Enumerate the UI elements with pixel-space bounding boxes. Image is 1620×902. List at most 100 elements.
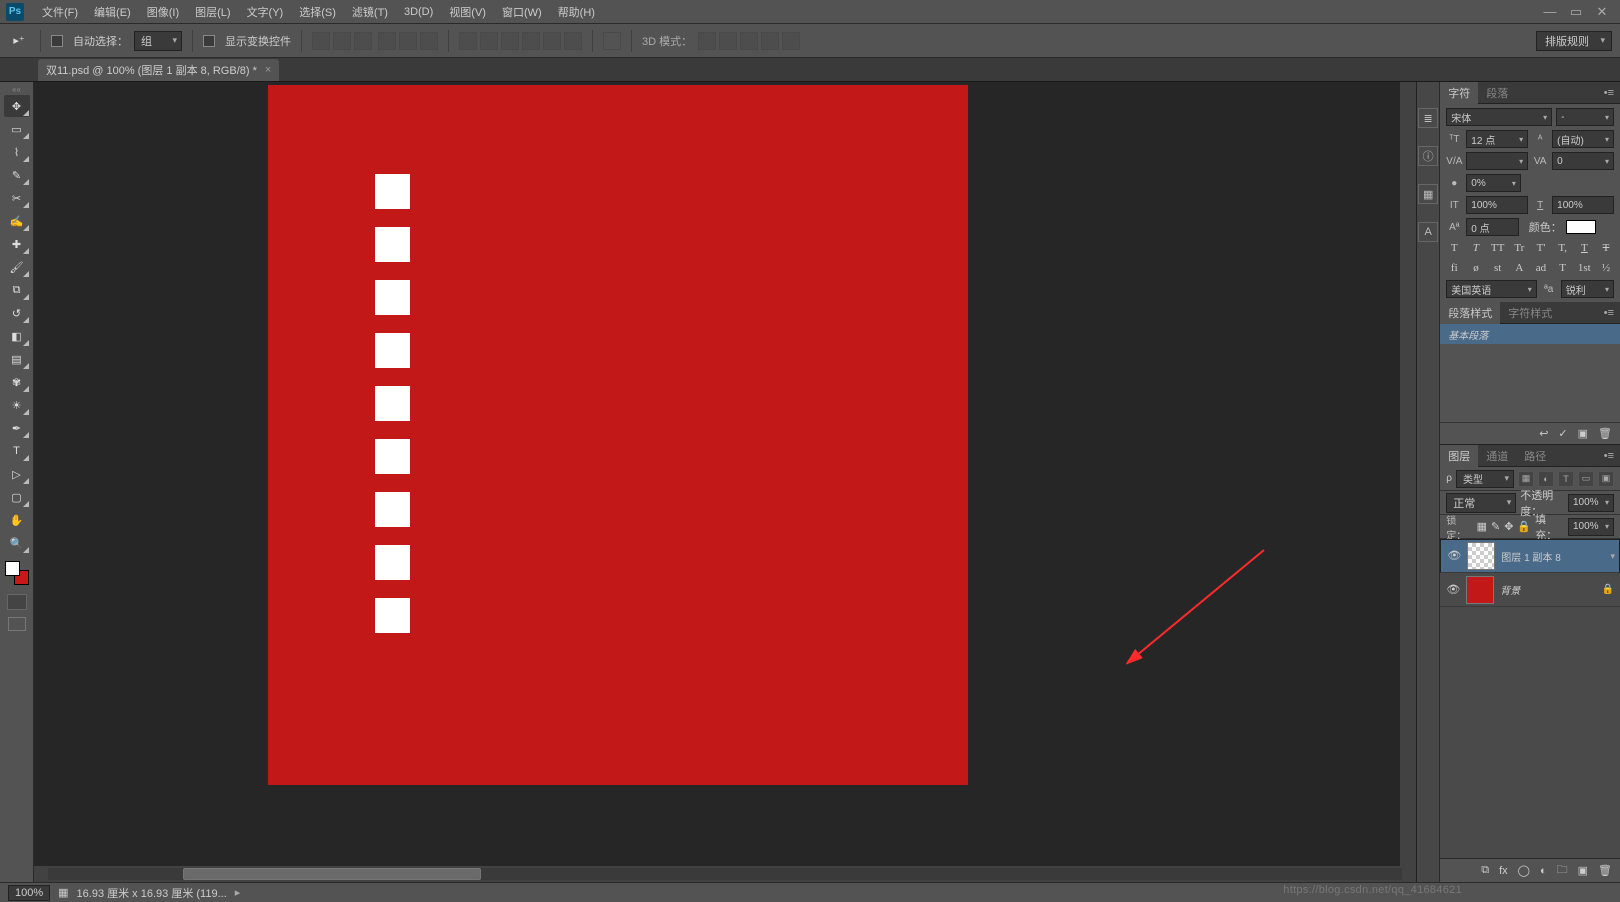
- tab-channels[interactable]: 通道: [1478, 445, 1516, 467]
- align-left-button[interactable]: [378, 32, 396, 50]
- pen-tool[interactable]: ✒: [4, 417, 30, 439]
- layer-fx-icon[interactable]: fx: [1499, 865, 1508, 877]
- window-maximize-button[interactable]: ▭: [1564, 4, 1588, 20]
- stamp-tool[interactable]: ⧉: [4, 279, 30, 301]
- 3d-orbit-button[interactable]: [698, 32, 716, 50]
- kerning-input[interactable]: [1466, 152, 1528, 170]
- document-tab[interactable]: 双11.psd @ 100% (图层 1 副本 8, RGB/8) * ×: [38, 59, 279, 81]
- 3d-roll-button[interactable]: [719, 32, 737, 50]
- strikethrough-icon[interactable]: Ŧ: [1598, 242, 1614, 254]
- auto-align-button[interactable]: [603, 32, 621, 50]
- subscript-icon[interactable]: T,: [1555, 242, 1571, 254]
- new-group-icon[interactable]: 🗀: [1557, 861, 1568, 880]
- filter-pixel-icon[interactable]: ▦: [1518, 471, 1534, 487]
- menu-view[interactable]: 视图(V): [441, 0, 494, 24]
- scale-input[interactable]: 0%: [1466, 174, 1521, 192]
- blur-tool[interactable]: ✾: [4, 371, 30, 393]
- font-family-select[interactable]: 宋体: [1446, 108, 1552, 126]
- menu-select[interactable]: 选择(S): [291, 0, 344, 24]
- menu-layer[interactable]: 图层(L): [187, 0, 238, 24]
- filter-type-icon[interactable]: T: [1558, 471, 1574, 487]
- dist-1[interactable]: [459, 32, 477, 50]
- color-swatches[interactable]: [5, 561, 29, 585]
- eraser-tool[interactable]: ◧: [4, 325, 30, 347]
- language-select[interactable]: 美国英语: [1446, 280, 1536, 298]
- canvas-viewport[interactable]: [34, 82, 1416, 882]
- menu-filter[interactable]: 滤镜(T): [344, 0, 396, 24]
- dist-5[interactable]: [543, 32, 561, 50]
- menu-edit[interactable]: 编辑(E): [86, 0, 139, 24]
- italic-icon[interactable]: T: [1468, 242, 1484, 254]
- filter-kind-select[interactable]: 类型: [1456, 470, 1514, 488]
- swash-icon[interactable]: A: [1511, 262, 1527, 274]
- add-mask-icon[interactable]: ◯: [1518, 864, 1530, 877]
- quick-select-tool[interactable]: ✎: [4, 164, 30, 186]
- history-brush-tool[interactable]: ↺: [4, 302, 30, 324]
- delete-style-icon[interactable]: 🗑: [1598, 427, 1612, 440]
- layer-item[interactable]: 👁 背景 🔒: [1440, 573, 1620, 607]
- vscale-input[interactable]: 100%: [1466, 196, 1528, 214]
- smallcaps-icon[interactable]: Tr: [1511, 242, 1527, 254]
- titling-icon[interactable]: T: [1555, 262, 1571, 274]
- dist-3[interactable]: [501, 32, 519, 50]
- styles-panel-icon[interactable]: A: [1418, 222, 1438, 242]
- ordinals-icon[interactable]: 1st: [1576, 262, 1592, 274]
- status-flyout-icon[interactable]: ▸: [235, 886, 241, 899]
- new-adjustment-icon[interactable]: ◐: [1540, 865, 1547, 877]
- layer-name-label[interactable]: 图层 1 副本 8: [1501, 549, 1560, 564]
- history-panel-icon[interactable]: ≣: [1418, 108, 1438, 128]
- visibility-toggle-icon[interactable]: 👁: [1446, 583, 1460, 597]
- font-size-input[interactable]: 12 点: [1466, 130, 1528, 148]
- antialias-select[interactable]: 锐利: [1561, 280, 1614, 298]
- align-right-button[interactable]: [420, 32, 438, 50]
- healing-tool[interactable]: ✚: [4, 233, 30, 255]
- new-style-icon[interactable]: ▣: [1578, 427, 1588, 440]
- palette-grip-icon[interactable]: ««: [2, 84, 32, 94]
- style-item-basic[interactable]: 基本段落: [1440, 324, 1620, 344]
- horizontal-scrollbar[interactable]: [34, 866, 1416, 882]
- bold-icon[interactable]: T: [1446, 242, 1462, 254]
- redefine-style-icon[interactable]: ✓: [1558, 427, 1567, 440]
- superscript-icon[interactable]: T': [1533, 242, 1549, 254]
- layer-name-label[interactable]: 背景: [1500, 582, 1520, 597]
- quick-mask-toggle[interactable]: [7, 594, 27, 610]
- stylistic-icon[interactable]: ad: [1533, 262, 1549, 274]
- lock-transparent-icon[interactable]: ▦: [1477, 520, 1487, 533]
- move-tool[interactable]: ✥: [4, 95, 30, 117]
- leading-input[interactable]: (自动): [1552, 130, 1614, 148]
- tab-paths[interactable]: 路径: [1516, 445, 1554, 467]
- 3d-slide-button[interactable]: [761, 32, 779, 50]
- window-close-button[interactable]: ✕: [1590, 4, 1614, 20]
- panel-menu-icon[interactable]: •≡: [1598, 450, 1620, 462]
- baseline-input[interactable]: 0 点: [1466, 218, 1518, 236]
- underline-icon[interactable]: T: [1576, 242, 1592, 254]
- scroll-thumb[interactable]: [183, 868, 481, 880]
- tab-paragraph-styles[interactable]: 段落样式: [1440, 302, 1500, 324]
- tab-close-icon[interactable]: ×: [265, 64, 271, 76]
- marquee-tool[interactable]: ▭: [4, 118, 30, 140]
- shape-tool[interactable]: ▢: [4, 486, 30, 508]
- blend-mode-select[interactable]: 正常: [1446, 493, 1516, 513]
- menu-file[interactable]: 文件(F): [34, 0, 86, 24]
- zoom-level[interactable]: 100%: [8, 885, 50, 901]
- dodge-tool[interactable]: ☀: [4, 394, 30, 416]
- fill-input[interactable]: 100%: [1568, 518, 1614, 536]
- menu-window[interactable]: 窗口(W): [494, 0, 550, 24]
- auto-select-type-select[interactable]: 组: [134, 31, 182, 51]
- type-tool[interactable]: T: [4, 440, 30, 462]
- lock-pixels-icon[interactable]: ✎: [1491, 520, 1500, 533]
- 3d-pan-button[interactable]: [740, 32, 758, 50]
- align-hcenter-button[interactable]: [399, 32, 417, 50]
- vertical-scrollbar[interactable]: [1400, 82, 1416, 866]
- menu-type[interactable]: 文字(Y): [239, 0, 292, 24]
- clear-override-icon[interactable]: ↩: [1539, 427, 1548, 440]
- font-style-select[interactable]: -: [1556, 108, 1614, 126]
- dist-6[interactable]: [564, 32, 582, 50]
- gradient-tool[interactable]: ▤: [4, 348, 30, 370]
- disc-icon[interactable]: st: [1490, 262, 1506, 274]
- brush-tool[interactable]: 🖌: [4, 256, 30, 278]
- tab-character-styles[interactable]: 字符样式: [1500, 302, 1560, 324]
- window-minimize-button[interactable]: —: [1538, 4, 1562, 20]
- align-bottom-button[interactable]: [354, 32, 372, 50]
- layer-item[interactable]: 👁 图层 1 副本 8: [1440, 539, 1620, 573]
